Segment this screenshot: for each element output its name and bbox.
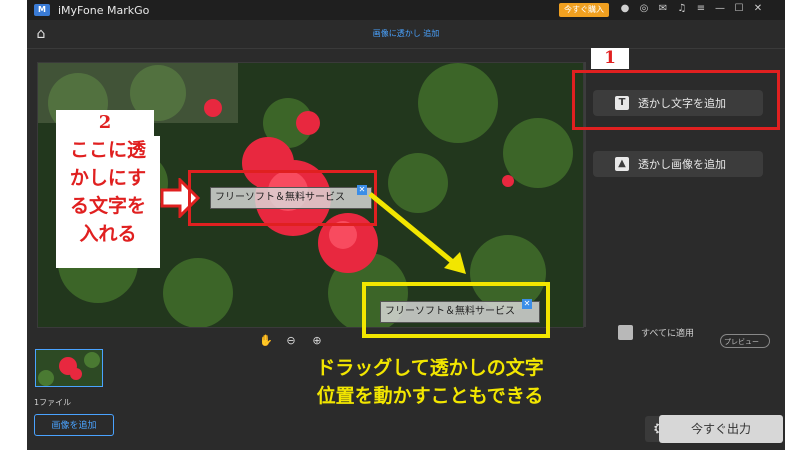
title-bar: M iMyFone MarkGo 今すぐ購入 ● ◎ ✉ ♫ ≡ — ☐ ✕ xyxy=(27,0,785,20)
annotation-yellow-line-1: ドラッグして透かしの文字 xyxy=(316,357,544,379)
titlebar-icons: ● ◎ ✉ ♫ ≡ — ☐ ✕ xyxy=(619,2,764,16)
minimize-icon[interactable]: — xyxy=(714,2,726,16)
annotation-box-add-text xyxy=(572,70,780,130)
annotation-note-line-3: る文字を xyxy=(69,195,146,217)
mail-icon[interactable]: ✉ xyxy=(657,2,669,16)
app-title: iMyFone MarkGo xyxy=(58,3,150,17)
header-bar: ⌂ 画像に透かし 追加 xyxy=(27,20,785,49)
zoom-in-icon[interactable]: ⊕ xyxy=(311,335,323,347)
annotation-number-2: 2 xyxy=(56,110,154,136)
annotation-box-watermark xyxy=(188,170,377,226)
add-image-button[interactable]: 画像を追加 xyxy=(34,414,114,436)
maximize-icon[interactable]: ☐ xyxy=(733,2,745,16)
close-icon[interactable]: ✕ xyxy=(752,2,764,16)
annotation-note-line-4: 入れる xyxy=(79,223,137,245)
export-now-button[interactable]: 今すぐ出力 xyxy=(659,415,783,443)
image-thumbnail[interactable] xyxy=(35,349,103,387)
headset-icon[interactable]: ♫ xyxy=(676,2,688,16)
image-icon: ▲ xyxy=(615,157,629,171)
add-image-watermark-label: 透かし画像を追加 xyxy=(638,158,726,171)
hand-icon[interactable]: ✋ xyxy=(259,335,273,347)
discord-icon[interactable]: ◎ xyxy=(638,2,650,16)
file-count: 1ファイル xyxy=(34,398,72,407)
buy-now-button[interactable]: 今すぐ購入 xyxy=(559,3,609,17)
menu-icon[interactable]: ≡ xyxy=(695,2,707,16)
annotation-note-box: ここに透 かしにす る文字を 入れる xyxy=(56,136,160,268)
annotation-yellow-line-2: 位置を動かすこともできる xyxy=(316,385,544,407)
add-image-watermark-button[interactable]: ▲ 透かし画像を追加 xyxy=(593,151,763,177)
annotation-yellow-note: ドラッグして透かしの文字 位置を動かすこともできる xyxy=(250,354,610,410)
zoom-out-icon[interactable]: ⊖ xyxy=(285,335,297,347)
apply-all-label: すべてに適用 xyxy=(641,329,695,339)
preview-toggle[interactable]: プレビュー xyxy=(720,334,770,348)
annotation-box-moved-watermark xyxy=(362,282,550,338)
apply-all-checkbox[interactable] xyxy=(618,325,633,340)
annotation-yellow-arrow xyxy=(368,192,466,274)
annotation-note-line-2: かしにす xyxy=(69,167,147,189)
user-icon[interactable]: ● xyxy=(619,2,631,16)
annotation-note-line-1: ここに透 xyxy=(69,139,146,161)
app-logo: M xyxy=(34,4,50,16)
page-title: 画像に透かし 追加 xyxy=(372,29,440,38)
thumbnail-image xyxy=(36,350,102,386)
canvas-tools: ✋ ⊖ ⊕ xyxy=(259,335,323,347)
annotation-number-1: 1 xyxy=(591,48,629,69)
apply-all-option[interactable]: すべてに適用 xyxy=(618,325,694,340)
